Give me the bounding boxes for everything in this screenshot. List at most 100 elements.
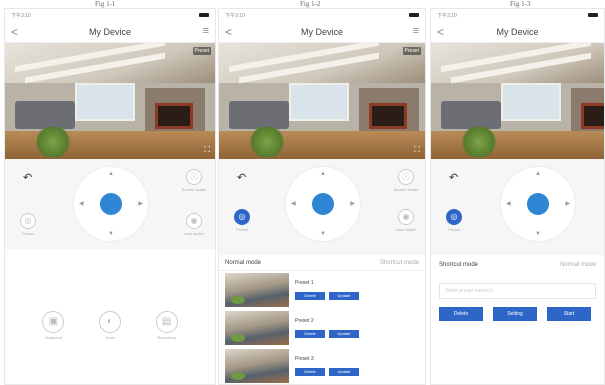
phone-screen-3: 下午3:10 < My Device ↶ ▲ ▼ ◀ ▶ ◎ Preset Sho… xyxy=(430,8,605,385)
direction-pad[interactable]: ▲ ▼ ◀ ▶ xyxy=(501,167,575,241)
video-feed[interactable] xyxy=(431,43,604,159)
left-arrow-icon[interactable]: ◀ xyxy=(506,200,511,207)
info-icon: ⓘ xyxy=(186,169,202,185)
video-feed[interactable]: Preset ⛶ xyxy=(219,43,425,159)
preset-icon: ◎ xyxy=(446,209,462,225)
preset-icon: ◎ xyxy=(20,213,36,229)
preset-badge: Preset xyxy=(402,47,421,55)
preset-thumbnail[interactable] xyxy=(225,349,289,383)
mic-icon: ◐ xyxy=(98,311,121,333)
back-icon[interactable]: < xyxy=(225,25,232,39)
video-feed[interactable]: Preset ⛶ xyxy=(5,43,215,159)
figure-caption-2: Fig 1-2 xyxy=(300,0,321,8)
update-button[interactable]: Update xyxy=(329,292,359,300)
normal-mode-toggle[interactable]: Normal mode xyxy=(560,262,596,268)
direction-pad[interactable]: ▲ ▼ ◀ ▶ xyxy=(286,167,360,241)
undo-icon[interactable]: ↶ xyxy=(449,171,458,184)
center-dot[interactable] xyxy=(100,193,122,215)
delete-button[interactable]: Delete xyxy=(295,368,325,376)
delete-button[interactable]: Delete xyxy=(295,330,325,338)
camera-icon: ▣ xyxy=(42,311,65,333)
undo-icon[interactable]: ↶ xyxy=(23,171,32,184)
status-bar: 下午3:10 xyxy=(5,9,215,21)
right-arrow-icon[interactable]: ▶ xyxy=(350,200,355,207)
record-icon: ▤ xyxy=(155,311,178,333)
status-bar: 下午3:10 xyxy=(219,9,425,21)
up-arrow-icon[interactable]: ▲ xyxy=(320,171,326,177)
menu-icon[interactable]: ≡ xyxy=(203,25,209,37)
preset-badge: Preset xyxy=(192,47,211,55)
shortcut-actions: Delete Setting Start xyxy=(431,307,604,321)
preset-button[interactable]: ◎ Preset xyxy=(439,209,469,232)
left-arrow-icon[interactable]: ◀ xyxy=(291,200,296,207)
ptz-control-panel: ↶ ▲ ▼ ◀ ▶ ⓘ Screen shade ◎ Preset ◉ Lens sw… xyxy=(219,159,425,255)
preset-item: Preset 3 Delete Update xyxy=(219,347,425,384)
preset-name-input[interactable]: Enter preset name(s) xyxy=(439,283,596,299)
preset-name: Preset 3 xyxy=(295,356,314,362)
ptz-control-panel: ↶ ▲ ▼ ◀ ▶ ⓘ Screen shade ◎ Preset ◉ Lens sw… xyxy=(5,159,215,249)
down-arrow-icon[interactable]: ▼ xyxy=(535,231,541,237)
preset-icon: ◎ xyxy=(234,209,250,225)
battery-icon xyxy=(197,12,209,18)
ptz-control-panel: ↶ ▲ ▼ ◀ ▶ ◎ Preset xyxy=(431,159,604,255)
preset-name: Preset 2 xyxy=(295,318,314,324)
update-button[interactable]: Update xyxy=(329,330,359,338)
status-time: 下午3:10 xyxy=(11,12,31,19)
page-title: My Device xyxy=(300,26,343,37)
shortcut-mode-label: Shortcut mode xyxy=(439,262,479,268)
phone-screen-2: 下午3:10 < My Device ≡ Preset ⛶ ↶ ▲ ▼ ◀ ▶ … xyxy=(218,8,426,385)
lens-switch-button[interactable]: ◉ Lens switch xyxy=(179,213,209,236)
delete-button[interactable]: Delete xyxy=(439,307,483,321)
up-arrow-icon[interactable]: ▲ xyxy=(535,171,541,177)
status-time: 下午3:10 xyxy=(225,12,245,19)
fullscreen-icon[interactable]: ⛶ xyxy=(204,145,210,155)
left-arrow-icon[interactable]: ◀ xyxy=(79,200,84,207)
setting-button[interactable]: Setting xyxy=(493,307,537,321)
center-dot[interactable] xyxy=(527,193,549,215)
direction-pad[interactable]: ▲ ▼ ◀ ▶ xyxy=(74,167,148,241)
bottom-actions: ▣ Snapshot ◐ Voice ▤ Recording xyxy=(5,311,215,340)
phone-screen-1: 下午3:10 < My Device ≡ Preset ⛶ ↶ ▲ ▼ ◀ ▶ … xyxy=(4,8,216,385)
lens-icon: ◉ xyxy=(398,209,414,225)
screen-shade-button[interactable]: ⓘ Screen shade xyxy=(179,169,209,192)
down-arrow-icon[interactable]: ▼ xyxy=(320,231,326,237)
battery-icon xyxy=(407,12,419,18)
figure-caption-1: Fig 1-1 xyxy=(95,0,116,8)
back-icon[interactable]: < xyxy=(11,25,18,39)
preset-button[interactable]: ◎ Preset xyxy=(227,209,257,232)
preset-thumbnail[interactable] xyxy=(225,311,289,345)
update-button[interactable]: Update xyxy=(329,368,359,376)
normal-mode-label: Normal mode xyxy=(225,259,262,266)
preset-name: Preset 1 xyxy=(295,280,314,286)
delete-button[interactable]: Delete xyxy=(295,292,325,300)
page-title: My Device xyxy=(88,26,131,37)
preset-item: Preset 2 Delete Update xyxy=(219,309,425,347)
page-title: My Device xyxy=(496,26,539,37)
undo-icon[interactable]: ↶ xyxy=(237,171,246,184)
preset-thumbnail[interactable] xyxy=(225,273,289,307)
center-dot[interactable] xyxy=(312,193,334,215)
shortcut-mode-toggle[interactable]: Shortcut mode xyxy=(380,260,419,266)
screen-shade-button[interactable]: ⓘ Screen shade xyxy=(391,169,421,192)
recording-button[interactable]: ▤ Recording xyxy=(147,311,187,340)
start-button[interactable]: Start xyxy=(547,307,591,321)
preset-button[interactable]: ◎ Preset xyxy=(13,213,43,236)
status-bar: 下午3:10 xyxy=(431,9,604,21)
status-time: 下午3:10 xyxy=(437,12,457,19)
snapshot-button[interactable]: ▣ Snapshot xyxy=(33,311,73,340)
voice-button[interactable]: ◐ Voice xyxy=(90,311,130,340)
mode-bar: Normal mode Shortcut mode xyxy=(219,255,425,271)
nav-bar: < My Device ≡ xyxy=(5,21,215,43)
nav-bar: < My Device ≡ xyxy=(219,21,425,43)
down-arrow-icon[interactable]: ▼ xyxy=(108,231,114,237)
fullscreen-icon[interactable]: ⛶ xyxy=(414,145,420,155)
right-arrow-icon[interactable]: ▶ xyxy=(138,200,143,207)
right-arrow-icon[interactable]: ▶ xyxy=(565,200,570,207)
lens-switch-button[interactable]: ◉ Lens switch xyxy=(391,209,421,232)
up-arrow-icon[interactable]: ▲ xyxy=(108,171,114,177)
back-icon[interactable]: < xyxy=(437,25,444,39)
preset-item: Preset 1 Delete Update xyxy=(219,271,425,309)
lens-icon: ◉ xyxy=(186,213,202,229)
shortcut-mode-bar: Shortcut mode Normal mode xyxy=(431,255,604,275)
menu-icon[interactable]: ≡ xyxy=(413,25,419,37)
